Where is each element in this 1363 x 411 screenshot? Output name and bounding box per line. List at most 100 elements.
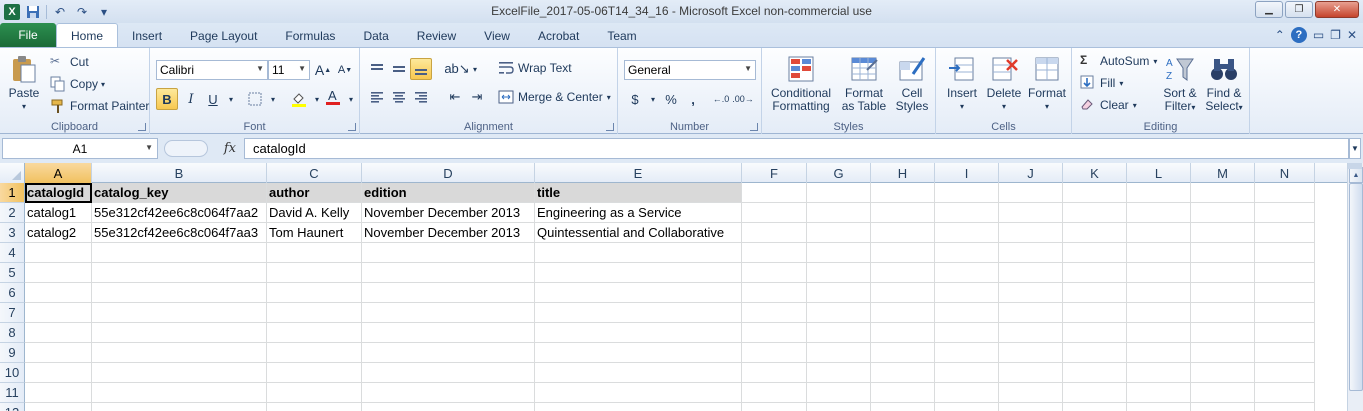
cell-j4[interactable] <box>999 243 1063 263</box>
column-header-f[interactable]: F <box>742 163 807 183</box>
minimize-icon[interactable]: ▁ <box>1255 1 1283 18</box>
cell-b10[interactable] <box>92 363 267 383</box>
cell-d11[interactable] <box>362 383 535 403</box>
cell-b1[interactable]: catalog_key <box>92 183 267 203</box>
cell-j5[interactable] <box>999 263 1063 283</box>
cell-a9[interactable] <box>25 343 92 363</box>
column-header-m[interactable]: M <box>1191 163 1255 183</box>
cell-h6[interactable] <box>871 283 935 303</box>
cell-d7[interactable] <box>362 303 535 323</box>
cell-h1[interactable] <box>871 183 935 203</box>
merge-center-dropdown-icon[interactable]: ▾ <box>607 93 611 102</box>
row-header-8[interactable]: 8 <box>0 323 25 343</box>
workbook-minimize-icon[interactable]: ▭ <box>1313 28 1324 42</box>
cell-a12[interactable] <box>25 403 92 411</box>
fill-dropdown-icon[interactable]: ▾ <box>1119 79 1123 88</box>
cell-d5[interactable] <box>362 263 535 283</box>
cell-f11[interactable] <box>742 383 807 403</box>
workbook-close-icon[interactable]: ✕ <box>1347 28 1357 42</box>
cell-n6[interactable] <box>1255 283 1315 303</box>
column-header-n[interactable]: N <box>1255 163 1315 183</box>
tab-home[interactable]: Home <box>56 23 119 47</box>
cell-m10[interactable] <box>1191 363 1255 383</box>
cell-h3[interactable] <box>871 223 935 243</box>
cell-l3[interactable] <box>1127 223 1191 243</box>
cell-j11[interactable] <box>999 383 1063 403</box>
paste-dropdown-icon[interactable]: ▾ <box>22 100 26 113</box>
column-header-i[interactable]: I <box>935 163 999 183</box>
cell-b9[interactable] <box>92 343 267 363</box>
cell-c3[interactable]: Tom Haunert <box>267 223 362 243</box>
align-right-icon[interactable] <box>410 86 432 108</box>
cell-h5[interactable] <box>871 263 935 283</box>
tab-review[interactable]: Review <box>403 25 470 47</box>
cell-d9[interactable] <box>362 343 535 363</box>
cell-h11[interactable] <box>871 383 935 403</box>
cell-c8[interactable] <box>267 323 362 343</box>
cell-n11[interactable] <box>1255 383 1315 403</box>
cell-j10[interactable] <box>999 363 1063 383</box>
tab-formulas[interactable]: Formulas <box>271 25 349 47</box>
cell-a6[interactable] <box>25 283 92 303</box>
cell-d1[interactable]: edition <box>362 183 535 203</box>
comma-style-icon[interactable]: , <box>682 88 704 110</box>
font-launcher-icon[interactable] <box>348 123 356 131</box>
cell-c1[interactable]: author <box>267 183 362 203</box>
wrap-text-button[interactable]: Wrap Text <box>498 60 572 76</box>
cell-a10[interactable] <box>25 363 92 383</box>
undo-icon[interactable]: ↶ <box>51 3 69 21</box>
column-header-d[interactable]: D <box>362 163 535 183</box>
cell-g10[interactable] <box>807 363 871 383</box>
cell-l9[interactable] <box>1127 343 1191 363</box>
sort-dropdown-icon[interactable]: ▾ <box>1191 103 1195 112</box>
cell-g9[interactable] <box>807 343 871 363</box>
cell-i9[interactable] <box>935 343 999 363</box>
tab-page-layout[interactable]: Page Layout <box>176 25 271 47</box>
chevron-down-icon[interactable]: ▼ <box>145 143 153 152</box>
cell-l4[interactable] <box>1127 243 1191 263</box>
cell-f3[interactable] <box>742 223 807 243</box>
cell-c6[interactable] <box>267 283 362 303</box>
scroll-up-icon[interactable]: ▲ <box>1349 167 1363 183</box>
cell-m2[interactable] <box>1191 203 1255 223</box>
row-header-11[interactable]: 11 <box>0 383 25 403</box>
close-icon[interactable]: ✕ <box>1315 1 1359 18</box>
cell-i4[interactable] <box>935 243 999 263</box>
cell-e5[interactable] <box>535 263 742 283</box>
cell-g3[interactable] <box>807 223 871 243</box>
align-bottom-icon[interactable] <box>410 58 432 80</box>
delete-dropdown-icon[interactable]: ▾ <box>1002 100 1006 113</box>
row-header-1[interactable]: 1 <box>0 183 25 203</box>
cell-m3[interactable] <box>1191 223 1255 243</box>
cell-c9[interactable] <box>267 343 362 363</box>
cell-c5[interactable] <box>267 263 362 283</box>
cell-m1[interactable] <box>1191 183 1255 203</box>
cell-l5[interactable] <box>1127 263 1191 283</box>
workbook-restore-icon[interactable]: ❐ <box>1330 28 1341 42</box>
cell-l11[interactable] <box>1127 383 1191 403</box>
alignment-launcher-icon[interactable] <box>606 123 614 131</box>
cell-h12[interactable] <box>871 403 935 411</box>
cell-n9[interactable] <box>1255 343 1315 363</box>
cell-f2[interactable] <box>742 203 807 223</box>
cell-f7[interactable] <box>742 303 807 323</box>
fill-button[interactable]: Fill ▾ <box>1080 75 1123 91</box>
cell-m12[interactable] <box>1191 403 1255 411</box>
insert-function-icon[interactable]: fx <box>160 138 242 159</box>
cell-g12[interactable] <box>807 403 871 411</box>
number-launcher-icon[interactable] <box>750 123 758 131</box>
cell-c11[interactable] <box>267 383 362 403</box>
cell-c12[interactable] <box>267 403 362 411</box>
cell-e8[interactable] <box>535 323 742 343</box>
tab-acrobat[interactable]: Acrobat <box>524 25 593 47</box>
cell-k7[interactable] <box>1063 303 1127 323</box>
cell-k2[interactable] <box>1063 203 1127 223</box>
cell-h2[interactable] <box>871 203 935 223</box>
cell-n5[interactable] <box>1255 263 1315 283</box>
decrease-indent-icon[interactable]: ⇤ <box>444 86 466 108</box>
cell-k6[interactable] <box>1063 283 1127 303</box>
clear-button[interactable]: Clear ▾ <box>1080 97 1137 113</box>
cell-a11[interactable] <box>25 383 92 403</box>
column-header-a[interactable]: A <box>25 163 92 183</box>
excel-logo-icon[interactable]: X <box>4 3 20 20</box>
